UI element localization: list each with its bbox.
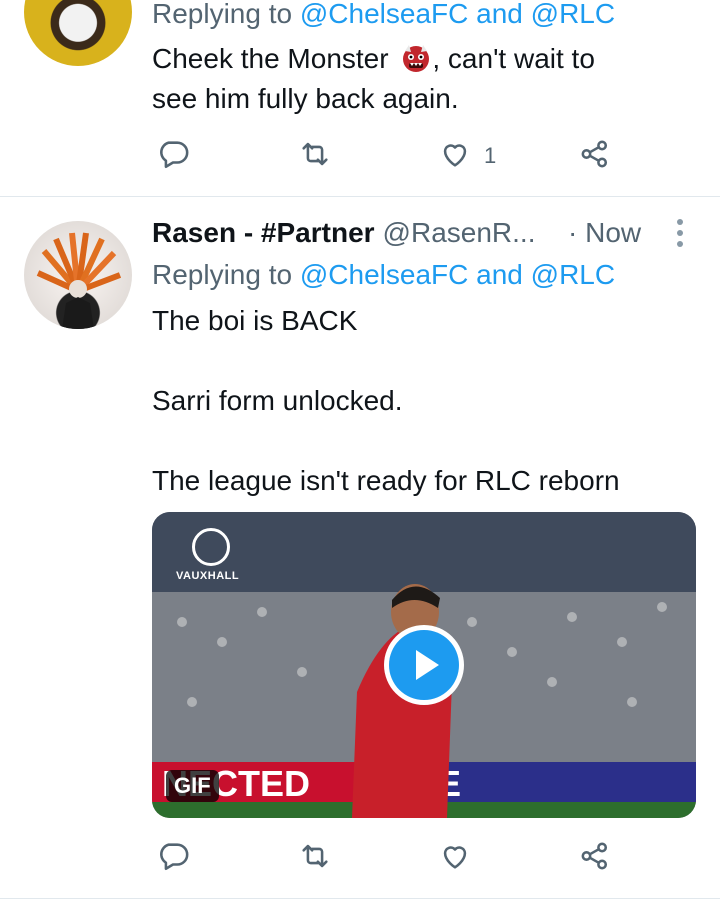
replying-label: Replying to xyxy=(152,259,293,290)
timestamp[interactable]: · Now xyxy=(568,213,641,253)
tweet-actions: 1 xyxy=(152,136,622,176)
like-icon xyxy=(438,839,472,878)
mention-joiner: and xyxy=(476,0,523,29)
share-icon xyxy=(578,137,612,176)
reply-icon xyxy=(156,137,190,176)
tweet-previous[interactable]: Replying to @ChelseaFC and @RLC Cheek th… xyxy=(0,0,720,196)
tweet-text-line: Sarri form unlocked. xyxy=(152,385,403,416)
mention-link[interactable]: @ChelseaFC xyxy=(300,0,468,29)
more-button[interactable] xyxy=(664,216,696,250)
mention-link[interactable]: @RLC xyxy=(531,259,615,290)
divider xyxy=(0,898,720,899)
more-icon xyxy=(664,219,696,254)
play-button[interactable] xyxy=(384,625,464,705)
tweet-text: , can't wait to xyxy=(432,43,595,74)
like-count: 1 xyxy=(484,143,497,168)
share-button[interactable] xyxy=(578,136,612,176)
sponsor-name: VAUXHALL xyxy=(176,570,240,582)
mention-joiner: and xyxy=(476,259,523,290)
reply-icon xyxy=(156,839,190,878)
mention-link[interactable]: @ChelseaFC xyxy=(300,259,468,290)
replying-to-line: Replying to @ChelseaFC and @RLC xyxy=(152,0,615,34)
retweet-button[interactable] xyxy=(298,838,332,878)
tweet-text-line: see him fully back again. xyxy=(152,83,459,114)
tweet-header: Rasen - #Partner @RasenR... xyxy=(152,213,535,253)
retweet-icon xyxy=(298,137,332,176)
replying-to-line: Replying to @ChelseaFC and @RLC xyxy=(152,255,615,295)
avatar[interactable] xyxy=(24,0,132,66)
play-icon xyxy=(389,650,459,704)
retweet-button[interactable] xyxy=(298,136,332,176)
retweet-icon xyxy=(298,839,332,878)
display-name[interactable]: Rasen - #Partner xyxy=(152,217,375,249)
tweet-text-line: The league isn't ready for RLC reborn xyxy=(152,465,620,496)
gif-badge: GIF xyxy=(166,770,219,802)
tweet-text: Cheek the Monster xyxy=(152,43,389,74)
reply-button[interactable] xyxy=(156,838,190,878)
share-icon xyxy=(578,839,612,878)
reply-button[interactable] xyxy=(156,136,190,176)
avatar-art xyxy=(36,232,122,329)
like-button[interactable]: 1 xyxy=(438,136,496,176)
gif-media[interactable]: NECTED E VAUXHALL GIF xyxy=(152,512,696,818)
replying-label: Replying to xyxy=(152,0,293,29)
avatar[interactable] xyxy=(24,221,132,329)
user-handle[interactable]: @RasenR... xyxy=(383,217,536,249)
share-button[interactable] xyxy=(578,838,612,878)
tweet-text-line: The boi is BACK xyxy=(152,305,358,336)
mention-link[interactable]: @RLC xyxy=(531,0,615,29)
like-button[interactable] xyxy=(438,838,472,878)
like-icon xyxy=(438,137,472,176)
sponsor-logo xyxy=(192,528,230,566)
tweet-actions xyxy=(152,838,622,878)
